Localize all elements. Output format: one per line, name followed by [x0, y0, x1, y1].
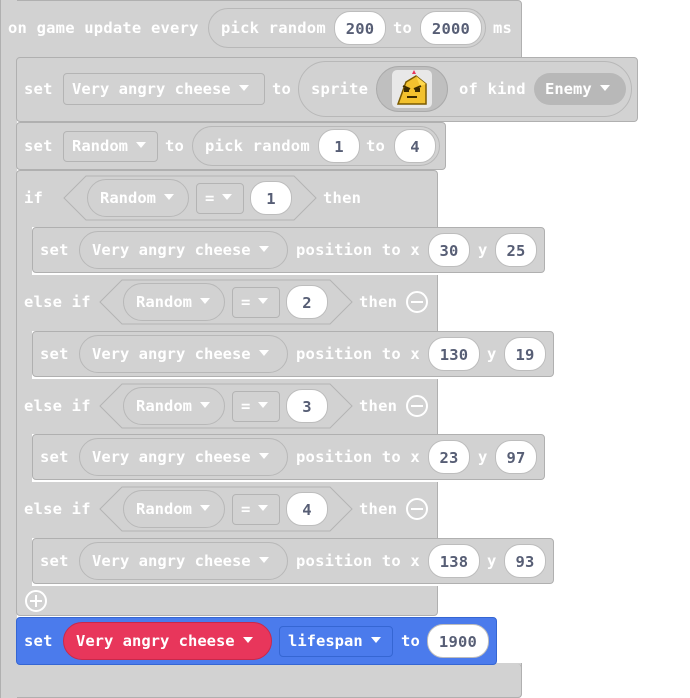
random-var-label: Random — [72, 137, 146, 155]
else-if-value-input-2[interactable]: 2 — [286, 285, 328, 319]
of-kind-label: of kind — [459, 80, 526, 98]
else-if-value-input-4[interactable]: 4 — [286, 492, 328, 526]
sprite-label: sprite — [311, 80, 369, 98]
event-min-input[interactable]: 200 — [334, 11, 386, 45]
pos4-y-label: y — [487, 552, 497, 570]
pos4-var-label: Very angry cheese — [92, 552, 269, 570]
chevron-down-icon — [258, 297, 269, 304]
else-if-then-label-4: then — [359, 500, 398, 518]
pos3-var-label: Very angry cheese — [92, 448, 269, 466]
pos2-x-input[interactable]: 130 — [428, 337, 480, 371]
random-min-input[interactable]: 1 — [318, 129, 360, 163]
chevron-down-icon — [258, 504, 269, 511]
else-if-var-label-4: Random — [136, 500, 210, 518]
if-keyword: if — [24, 189, 44, 207]
lifespan-set-label: set — [24, 632, 53, 650]
pos1-y-label: y — [478, 241, 488, 259]
pos2-position-label: position to x — [296, 345, 420, 363]
pos1-x-input[interactable]: 30 — [428, 233, 470, 267]
else-if-keyword-2: else if — [24, 293, 91, 311]
kind-label: Enemy — [545, 80, 610, 98]
chevron-down-icon — [258, 245, 269, 252]
random-pick-label: pick random — [205, 137, 310, 155]
lifespan-to-label: to — [401, 632, 421, 650]
remove-branch-icon[interactable] — [406, 395, 428, 417]
pos3-position-label: position to x — [296, 448, 420, 466]
chevron-down-icon — [164, 193, 174, 200]
if-value-input[interactable]: 1 — [250, 181, 292, 215]
pos4-set-label: set — [40, 552, 69, 570]
chevron-down-icon — [242, 636, 253, 643]
event-footer — [0, 664, 522, 698]
if-op-label: = — [205, 189, 233, 207]
lifespan-var-label: Very angry cheese — [76, 632, 253, 650]
pos2-y-label: y — [487, 345, 497, 363]
else-if-keyword-4: else if — [24, 500, 91, 518]
else-if-var-label-2: Random — [136, 293, 210, 311]
else-if-op-label-2: = — [241, 293, 269, 311]
chevron-down-icon — [222, 193, 233, 200]
chevron-down-icon — [200, 504, 210, 511]
sprite-thumbnail — [392, 70, 432, 108]
pos1-position-label: position to x — [296, 241, 420, 259]
create-var-label: Very angry cheese — [72, 80, 249, 98]
pos3-y-input[interactable]: 97 — [495, 440, 537, 474]
pick-random-label: pick random — [221, 19, 326, 37]
chevron-down-icon — [258, 401, 269, 408]
chevron-down-icon — [370, 636, 381, 643]
pos2-var-label: Very angry cheese — [92, 345, 269, 363]
else-if-var-label-3: Random — [136, 397, 210, 415]
pos1-var-label: Very angry cheese — [92, 241, 269, 259]
chevron-down-icon — [599, 84, 610, 91]
chevron-down-icon — [258, 452, 269, 459]
lifespan-prop-label: lifespan — [288, 632, 381, 650]
event-label: on game update every — [8, 19, 199, 37]
create-set-label: set — [24, 80, 53, 98]
else-if-keyword-3: else if — [24, 397, 91, 415]
pos2-y-input[interactable]: 19 — [504, 337, 546, 371]
if-var-label: Random — [100, 189, 174, 207]
else-if-then-label-3: then — [359, 397, 398, 415]
pos2-set-label: set — [40, 345, 69, 363]
if-then-label: then — [323, 189, 362, 207]
else-if-op-label-3: = — [241, 397, 269, 415]
chevron-down-icon — [200, 401, 210, 408]
chevron-down-icon — [258, 349, 269, 356]
else-if-then-label-2: then — [359, 293, 398, 311]
chevron-down-icon — [238, 84, 249, 91]
else-if-value-input-3[interactable]: 3 — [286, 389, 328, 423]
pos4-y-input[interactable]: 93 — [504, 544, 546, 578]
random-to-label: to — [165, 137, 185, 155]
pos4-position-label: position to x — [296, 552, 420, 570]
chevron-down-icon — [258, 556, 269, 563]
pos3-y-label: y — [478, 448, 488, 466]
event-max-input[interactable]: 2000 — [420, 11, 482, 45]
pos3-x-input[interactable]: 23 — [428, 440, 470, 474]
chevron-down-icon — [136, 141, 146, 148]
pos3-set-label: set — [40, 448, 69, 466]
cheese-sprite-icon — [396, 70, 427, 105]
event-unit-label: ms — [493, 19, 513, 37]
random-set-label: set — [24, 137, 53, 155]
event-spine — [0, 0, 17, 698]
remove-branch-icon[interactable] — [406, 498, 428, 520]
event-to-label: to — [393, 19, 413, 37]
pos1-set-label: set — [40, 241, 69, 259]
add-branch-icon[interactable] — [25, 590, 47, 612]
lifespan-value-input[interactable]: 1900 — [427, 624, 489, 658]
pos4-x-input[interactable]: 138 — [428, 544, 480, 578]
random-max-input[interactable]: 4 — [394, 129, 436, 163]
chevron-down-icon — [200, 297, 210, 304]
pos1-y-input[interactable]: 25 — [495, 233, 537, 267]
else-if-op-label-4: = — [241, 500, 269, 518]
random-to2-label: to — [366, 137, 386, 155]
remove-branch-icon[interactable] — [406, 291, 428, 313]
create-to-label: to — [272, 80, 292, 98]
